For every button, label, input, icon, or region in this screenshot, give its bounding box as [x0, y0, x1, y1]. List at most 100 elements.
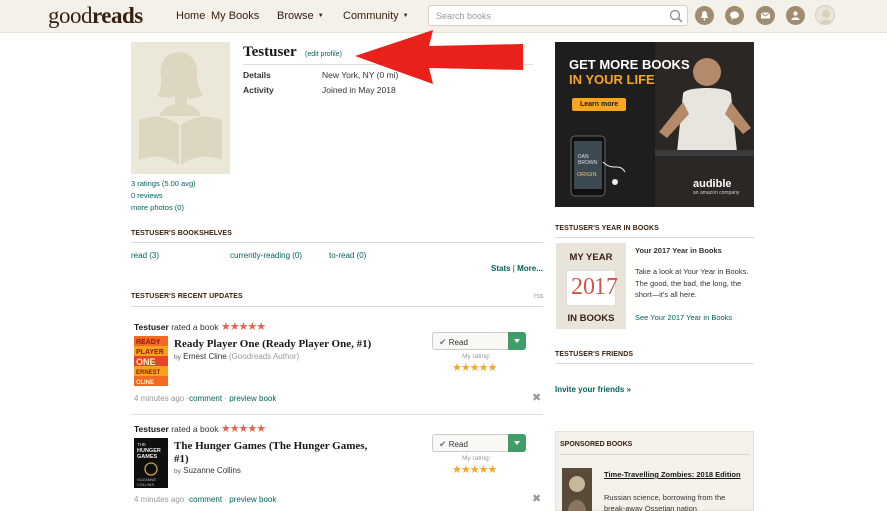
my-rating-label: My rating: — [462, 353, 491, 360]
logo-text-light: good — [48, 3, 93, 28]
comment-link[interactable]: comment — [189, 394, 222, 403]
edit-profile-link[interactable]: (edit profile) — [305, 51, 342, 58]
update-timestamp[interactable]: 4 minutes ago — [134, 495, 184, 504]
calendar-icon: 20 17 — [566, 270, 618, 306]
divider — [555, 237, 754, 238]
author-link[interactable]: Ernest Cline — [183, 352, 227, 361]
read-button-label: Read — [448, 338, 468, 347]
see-year-in-books-link[interactable]: See Your 2017 Year in Books — [635, 313, 732, 322]
year-right-digits: 17 — [594, 274, 618, 300]
preview-book-link[interactable]: preview book — [229, 495, 276, 504]
by-label: by — [174, 468, 181, 475]
profile-photo-placeholder[interactable] — [131, 42, 230, 174]
reader-silhouette-icon — [139, 52, 222, 166]
svg-text:ONE: ONE — [136, 357, 156, 367]
friends-icon[interactable] — [786, 6, 805, 25]
shelf-currently-reading[interactable]: currently-reading (0) — [230, 251, 302, 260]
chat-icon[interactable] — [725, 6, 744, 25]
bell-icon[interactable] — [695, 6, 714, 25]
reviews-link[interactable]: 0 reviews — [131, 190, 196, 202]
nav-home-label: Home — [176, 10, 206, 22]
star-rating-icon: ★★★★★ — [220, 423, 266, 435]
ratings-link[interactable]: 3 ratings (5.00 avg) — [131, 178, 196, 190]
divider — [555, 363, 754, 364]
goodreads-logo[interactable]: goodreads — [48, 3, 143, 29]
update-header: Testuser rated a book ★★★★★ — [134, 320, 266, 333]
author-link[interactable]: Suzanne Collins — [183, 466, 241, 475]
year-left-digits: 20 — [571, 274, 595, 300]
divider — [131, 414, 543, 415]
svg-text:CLINE: CLINE — [136, 380, 154, 386]
book-cover-ready-player-one[interactable]: READY PLAYER ONE ERNEST CLINE — [134, 336, 168, 386]
update-action: rated a book — [171, 322, 219, 332]
by-label: by — [174, 354, 181, 361]
book-cover-hunger-games[interactable]: THE HUNGER GAMES SUZANNE COLLINS — [134, 438, 168, 488]
update-meta: 4 minutes ago ·comment · preview book — [134, 495, 276, 504]
shelf-dropdown-button[interactable] — [508, 434, 526, 452]
nav-my-books[interactable]: My Books — [211, 10, 259, 22]
chevron-down-icon: ▼ — [317, 13, 324, 19]
nav-community[interactable]: Community ▼ — [343, 10, 409, 22]
read-status-button[interactable]: ✔ Read — [432, 434, 526, 452]
bookshelves-heading: TESTUSER'S BOOKSHELVES — [131, 230, 232, 237]
sponsored-book-description: Russian science, borrowing from the brea… — [604, 493, 726, 511]
shelf-dropdown-button[interactable] — [508, 332, 526, 350]
close-icon[interactable]: ✖ — [532, 391, 541, 404]
sponsored-book-title-link[interactable]: Time-Travelling Zombies: 2018 Edition — [604, 469, 744, 480]
preview-book-link[interactable]: preview book — [229, 394, 276, 403]
activity-value: Joined in May 2018 — [322, 85, 396, 95]
book-title-link[interactable]: The Hunger Games (The Hunger Games, #1) — [174, 440, 384, 466]
read-status-label: ✔ Read — [439, 439, 468, 450]
search-icon[interactable] — [668, 8, 684, 24]
audible-advertisement[interactable]: DAN BROWN ORIGIN GET MORE BOOKS IN YOUR … — [555, 42, 754, 207]
ad-headline-line2: IN YOUR LIFE — [569, 72, 655, 87]
read-status-button[interactable]: ✔ Read — [432, 332, 526, 350]
separator: · — [224, 394, 227, 403]
my-rating-stars[interactable]: ★★★★★ — [452, 463, 497, 476]
stats-link[interactable]: Stats — [491, 264, 511, 273]
shelf-read[interactable]: read (3) — [131, 251, 159, 260]
rss-link[interactable]: rss — [534, 293, 543, 300]
svg-text:ERNEST: ERNEST — [136, 370, 161, 376]
update-timestamp[interactable]: 4 minutes ago — [134, 394, 184, 403]
mail-icon[interactable] — [756, 6, 775, 25]
nav-browse[interactable]: Browse ▼ — [277, 10, 324, 22]
sponsored-book-cover[interactable] — [562, 468, 592, 511]
year-badge-top: MY YEAR — [569, 252, 613, 263]
divider — [131, 242, 543, 243]
shelf-to-read[interactable]: to-read (0) — [329, 251, 366, 260]
year-badge-bottom: IN BOOKS — [567, 313, 615, 324]
invite-friends-link[interactable]: Invite your friends » — [555, 385, 631, 394]
year-in-books-title: Your 2017 Year in Books — [635, 246, 722, 255]
year-in-books-badge[interactable]: MY YEAR 20 17 IN BOOKS — [556, 243, 626, 329]
separator: · — [224, 495, 227, 504]
svg-text:BROWN: BROWN — [578, 160, 598, 166]
more-photos-link[interactable]: more photos (0) — [131, 202, 196, 214]
update-user-link[interactable]: Testuser — [134, 424, 169, 434]
book-title-link[interactable]: Ready Player One (Ready Player One, #1) — [174, 338, 384, 351]
user-avatar[interactable] — [815, 5, 835, 25]
profile-stats-links: 3 ratings (5.00 avg) 0 reviews more phot… — [131, 178, 196, 214]
divider — [560, 454, 749, 455]
sponsored-books-panel: SPONSORED BOOKS Time-Travelling Zombies:… — [555, 431, 754, 511]
star-rating-icon: ★★★★★ — [220, 321, 266, 333]
my-rating-stars[interactable]: ★★★★★ — [452, 361, 497, 374]
year-in-books-heading: TESTUSER'S YEAR IN BOOKS — [555, 225, 659, 232]
nav-my-books-label: My Books — [211, 10, 260, 22]
comment-link[interactable]: comment — [189, 495, 222, 504]
close-icon[interactable]: ✖ — [532, 492, 541, 505]
author-note: (Goodreads Author) — [228, 352, 300, 361]
audible-brand: audible — [693, 178, 732, 190]
read-status-label: ✔ Read — [439, 337, 468, 348]
more-shelves-link[interactable]: More... — [517, 264, 543, 273]
book-author: by Ernest Cline (Goodreads Author) — [174, 352, 299, 361]
nav-browse-label: Browse — [277, 10, 314, 22]
learn-more-button[interactable]: Learn more — [572, 98, 627, 111]
nav-home[interactable]: Home — [176, 10, 205, 22]
svg-text:ORIGIN: ORIGIN — [577, 172, 597, 178]
search-input[interactable]: Search books — [428, 5, 688, 26]
ad-headline-line1: GET MORE BOOKS — [569, 57, 690, 72]
update-user-link[interactable]: Testuser — [134, 322, 169, 332]
recent-updates-heading: TESTUSER'S RECENT UPDATES — [131, 293, 243, 300]
logo-text-bold: reads — [92, 3, 143, 28]
